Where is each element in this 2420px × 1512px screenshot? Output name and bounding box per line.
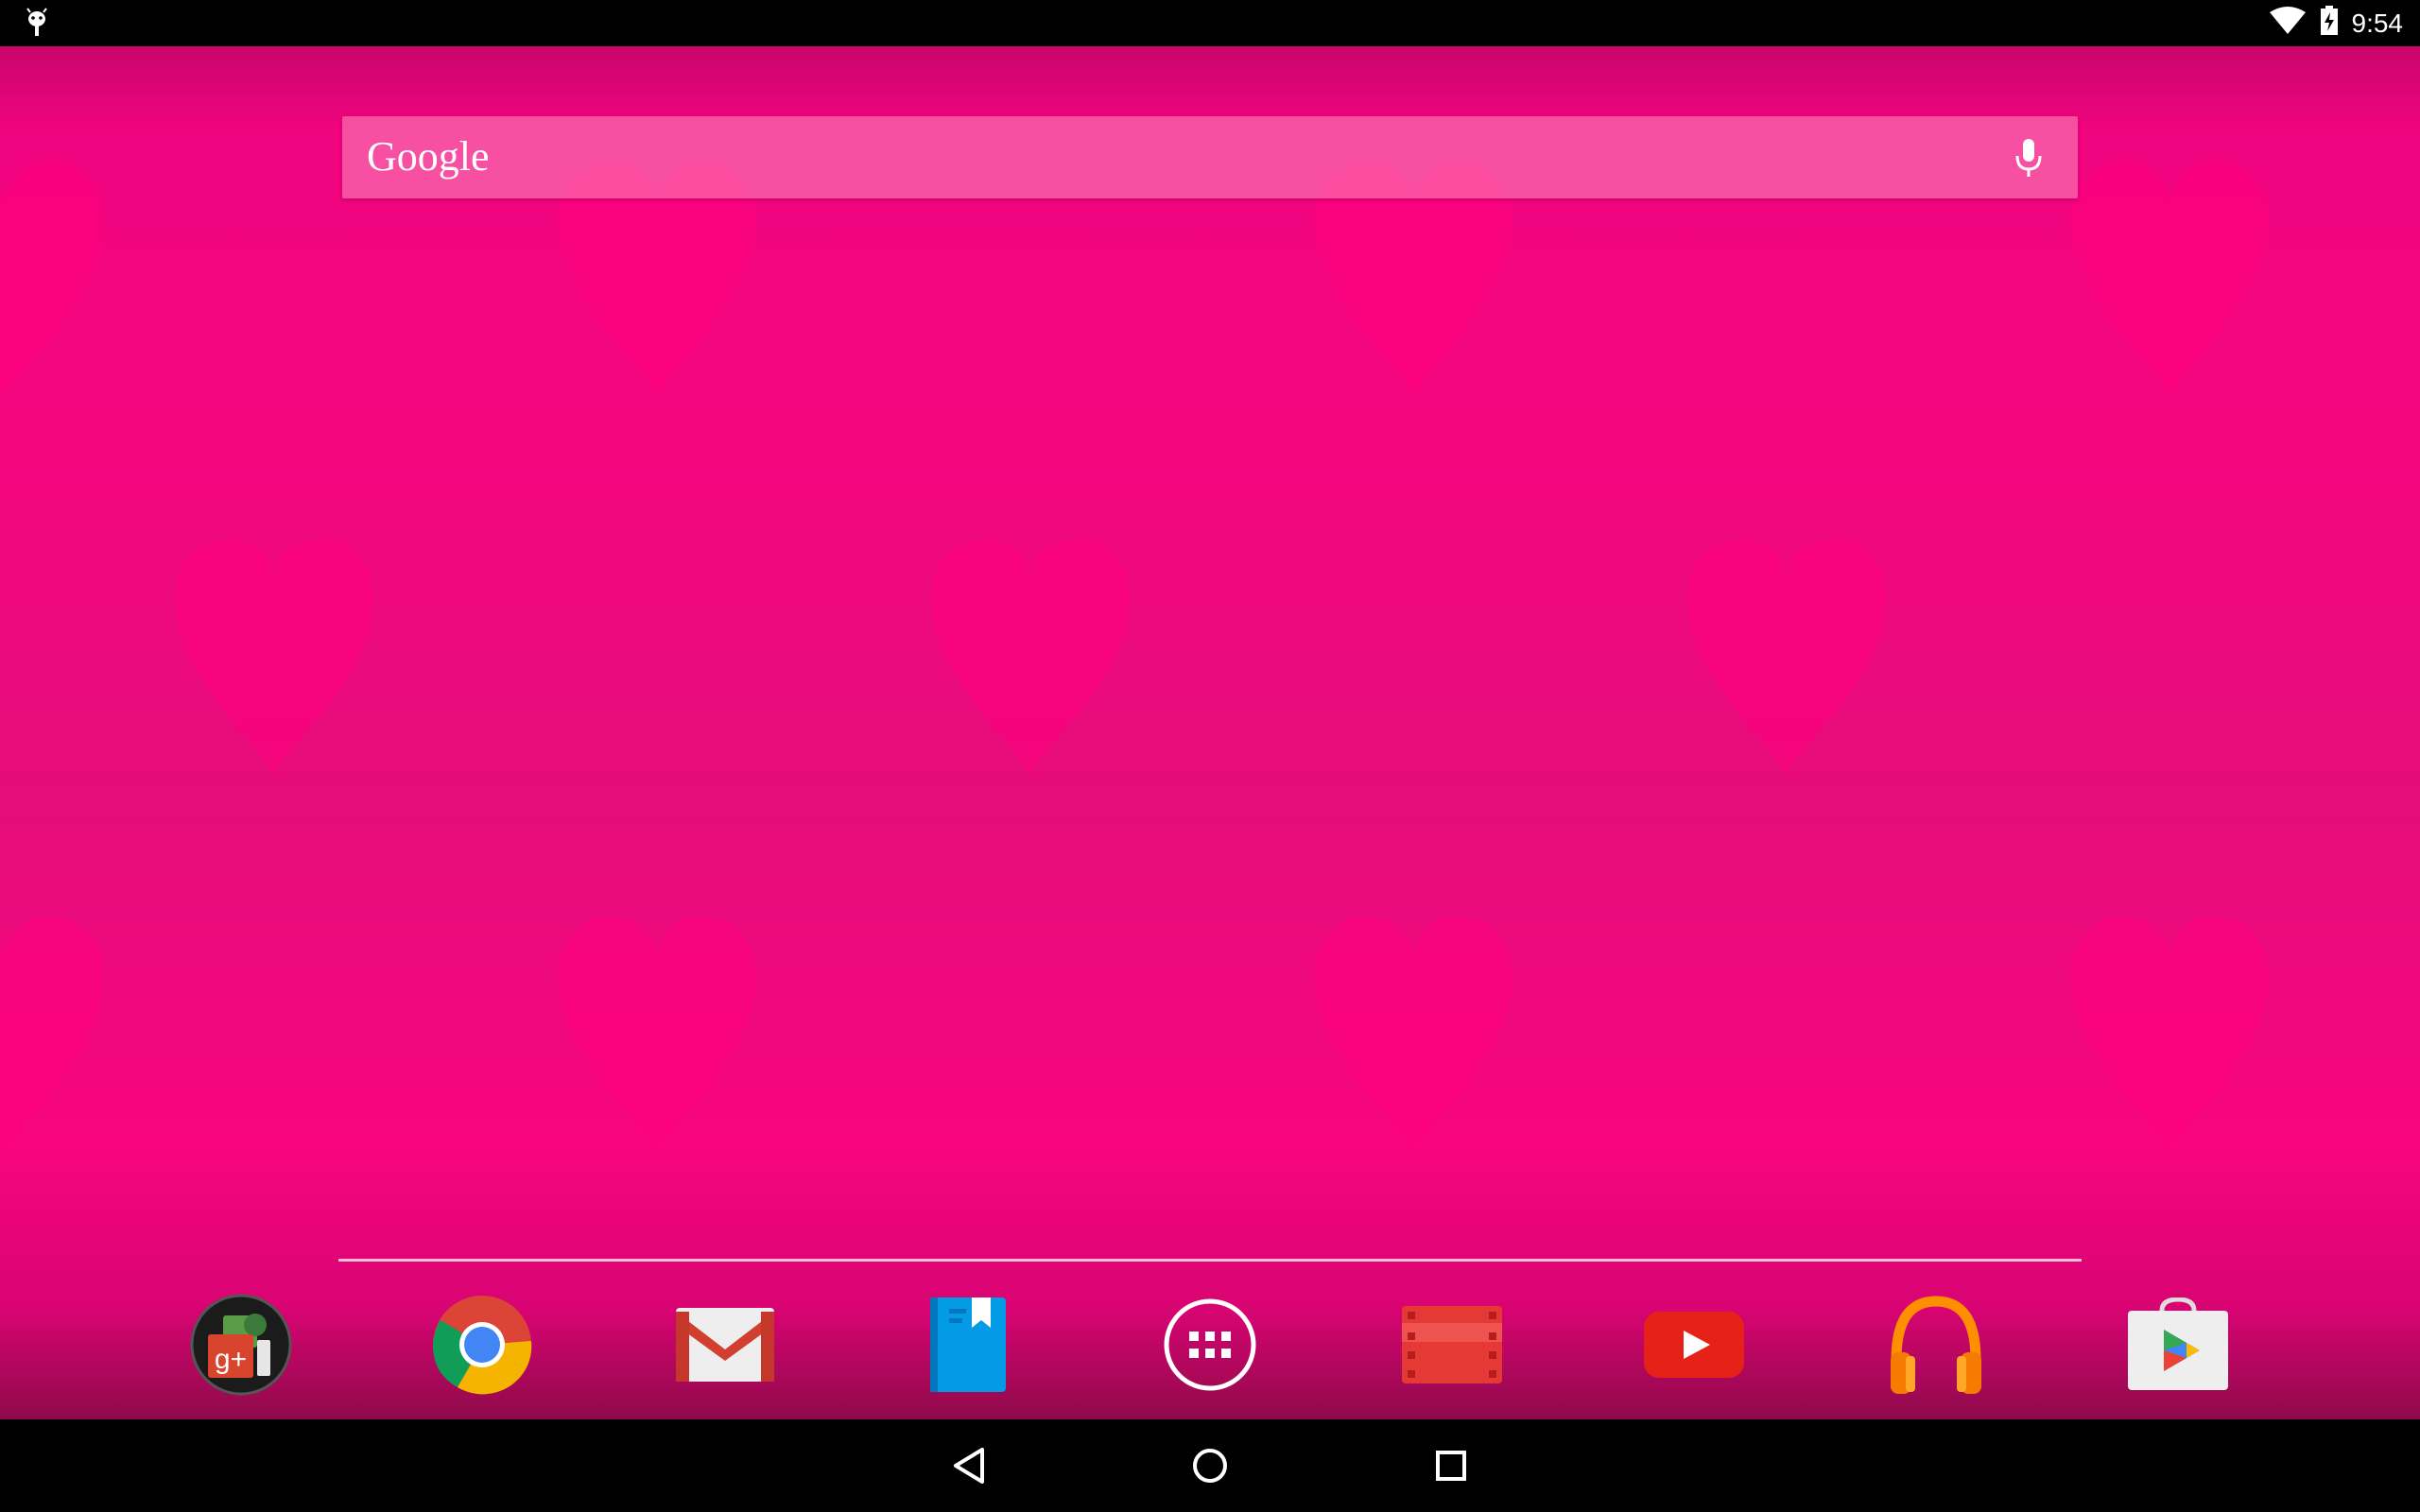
movies-icon[interactable] xyxy=(1400,1293,1504,1397)
android-debug-icon xyxy=(23,8,51,38)
google-search-bar[interactable]: Google xyxy=(342,116,2078,198)
google-plus-glyph: g+ xyxy=(215,1344,247,1375)
navigation-bar xyxy=(0,1419,2420,1512)
recents-icon[interactable] xyxy=(1423,1437,1479,1494)
heart-pattern xyxy=(0,160,2269,1154)
status-icons: 9:54 xyxy=(2269,0,2404,46)
app-drawer-icon[interactable] xyxy=(1158,1293,1262,1397)
youtube-icon[interactable] xyxy=(1642,1293,1746,1397)
books-icon[interactable] xyxy=(916,1293,1020,1397)
dock-divider xyxy=(338,1259,2082,1262)
chrome-icon[interactable] xyxy=(430,1293,534,1397)
back-icon[interactable] xyxy=(941,1437,997,1494)
battery-charging-icon xyxy=(2320,6,2339,41)
play-store-icon[interactable] xyxy=(2126,1293,2230,1397)
dock: g+ xyxy=(0,1266,2420,1419)
clock: 9:54 xyxy=(2351,8,2404,38)
android-home-screen: 9:54 Google g+ xyxy=(0,0,2420,1512)
wifi-icon xyxy=(2269,7,2307,40)
home-icon[interactable] xyxy=(1182,1437,1238,1494)
microphone-icon[interactable] xyxy=(2006,135,2051,180)
gmail-icon[interactable] xyxy=(673,1293,777,1397)
status-bar: 9:54 xyxy=(0,0,2420,46)
google-logo: Google xyxy=(367,133,490,180)
headphones-icon[interactable] xyxy=(1884,1293,1988,1397)
google-plus-icon[interactable]: g+ xyxy=(189,1293,293,1397)
wallpaper: Google xyxy=(0,46,2420,1419)
